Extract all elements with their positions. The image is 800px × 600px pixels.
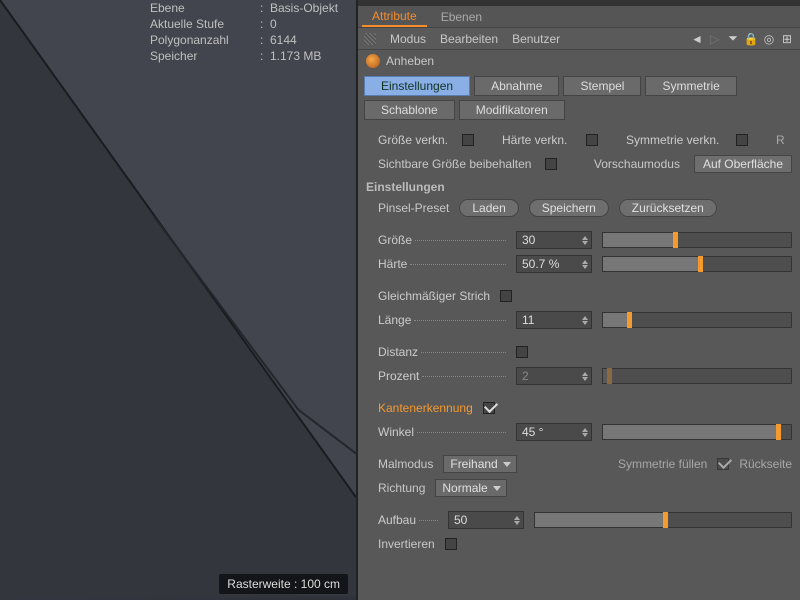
select-direction[interactable]: Normale: [435, 479, 506, 497]
funnel-icon[interactable]: ⏷: [726, 32, 740, 46]
slider-length[interactable]: [602, 312, 792, 328]
menu-bearbeiten[interactable]: Bearbeiten: [440, 32, 498, 46]
select-preview-mode[interactable]: Auf Oberfläche: [694, 155, 792, 173]
label-edge-detect: Kantenerkennung: [378, 401, 473, 415]
btn-load[interactable]: Laden: [459, 199, 518, 217]
btn-reset[interactable]: Zurücksetzen: [619, 199, 717, 217]
label-size: Größe: [378, 233, 412, 247]
label-buildup: Aufbau: [378, 513, 416, 527]
drag-handle-icon[interactable]: [364, 33, 376, 45]
slider-hardness[interactable]: [602, 256, 792, 272]
target-icon[interactable]: ◎: [762, 32, 776, 46]
label-invert: Invertieren: [378, 537, 435, 551]
add-icon[interactable]: ⊞: [780, 32, 794, 46]
subtab-symmetrie[interactable]: Symmetrie: [645, 76, 736, 96]
select-paint-mode[interactable]: Freihand: [443, 455, 516, 473]
check-edge-detect[interactable]: [483, 402, 495, 414]
slider-angle[interactable]: [602, 424, 792, 440]
label-symmetry-link: Symmetrie verkn.: [626, 133, 730, 147]
slider-size[interactable]: [602, 232, 792, 248]
input-percent: 2: [516, 367, 592, 385]
viewport[interactable]: Ebene:Basis-Objekt Aktuelle Stufe:0 Poly…: [0, 0, 358, 600]
tab-ebenen[interactable]: Ebenen: [431, 8, 492, 26]
label-direction: Richtung: [378, 481, 425, 495]
check-even-stroke[interactable]: [500, 290, 512, 302]
label-fill-symmetry: Symmetrie füllen: [618, 457, 707, 471]
panel-tabs: Attribute Ebenen: [358, 6, 800, 28]
label-extra-r: R: [776, 133, 785, 147]
tool-name: Anheben: [386, 54, 434, 68]
subtab-schablone[interactable]: Schablone: [364, 100, 455, 120]
attribute-panel: Attribute Ebenen Modus Bearbeiten Benutz…: [358, 0, 800, 600]
input-length[interactable]: 11: [516, 311, 592, 329]
check-size-link[interactable]: [462, 134, 474, 146]
menu-benutzer[interactable]: Benutzer: [512, 32, 560, 46]
slider-percent: [602, 368, 792, 384]
tab-attribute[interactable]: Attribute: [362, 7, 427, 27]
subtab-modifikatoren[interactable]: Modifikatoren: [459, 100, 565, 120]
sub-tabs: Einstellungen Abnahme Stempel Symmetrie …: [358, 72, 800, 124]
check-symmetry-link[interactable]: [736, 134, 748, 146]
label-paint-mode: Malmodus: [378, 457, 433, 471]
check-fill-symmetry[interactable]: [717, 458, 729, 470]
check-keep-visible-size[interactable]: [545, 158, 557, 170]
grid-size-overlay: Rasterweite : 100 cm: [219, 574, 348, 594]
label-keep-visible-size: Sichtbare Größe beibehalten: [378, 157, 531, 171]
label-angle: Winkel: [378, 425, 414, 439]
lock-icon[interactable]: 🔒: [744, 32, 758, 46]
label-distance: Distanz: [378, 345, 418, 359]
viewport-stats: Ebene:Basis-Objekt Aktuelle Stufe:0 Poly…: [150, 0, 338, 64]
label-hardness: Härte: [378, 257, 407, 271]
label-length: Länge: [378, 313, 411, 327]
nav-fwd-icon[interactable]: ▷: [708, 32, 722, 46]
check-distance[interactable]: [516, 346, 528, 358]
label-percent: Prozent: [378, 369, 419, 383]
section-title-einstellungen: Einstellungen: [366, 180, 792, 194]
menu-modus[interactable]: Modus: [390, 32, 426, 46]
tool-header: Anheben: [358, 50, 800, 72]
btn-save[interactable]: Speichern: [529, 199, 609, 217]
check-invert[interactable]: [445, 538, 457, 550]
pull-tool-icon: [366, 54, 380, 68]
label-brush-preset: Pinsel-Preset: [378, 201, 449, 215]
nav-back-icon[interactable]: ◄: [690, 32, 704, 46]
input-angle[interactable]: 45 °: [516, 423, 592, 441]
subtab-stempel[interactable]: Stempel: [563, 76, 641, 96]
input-hardness[interactable]: 50.7 %: [516, 255, 592, 273]
label-even-stroke: Gleichmäßiger Strich: [378, 289, 490, 303]
label-size-link: Größe verkn.: [378, 133, 456, 147]
slider-buildup[interactable]: [534, 512, 792, 528]
input-buildup[interactable]: 50: [448, 511, 524, 529]
check-hardness-link[interactable]: [586, 134, 598, 146]
label-backside: Rückseite: [739, 457, 792, 471]
subtab-einstellungen[interactable]: Einstellungen: [364, 76, 470, 96]
label-hardness-link: Härte verkn.: [502, 133, 580, 147]
attribute-menubar: Modus Bearbeiten Benutzer ◄ ▷ ⏷ 🔒 ◎ ⊞: [358, 28, 800, 50]
label-preview-mode: Vorschaumodus: [594, 157, 680, 171]
subtab-abnahme[interactable]: Abnahme: [474, 76, 559, 96]
input-size[interactable]: 30: [516, 231, 592, 249]
